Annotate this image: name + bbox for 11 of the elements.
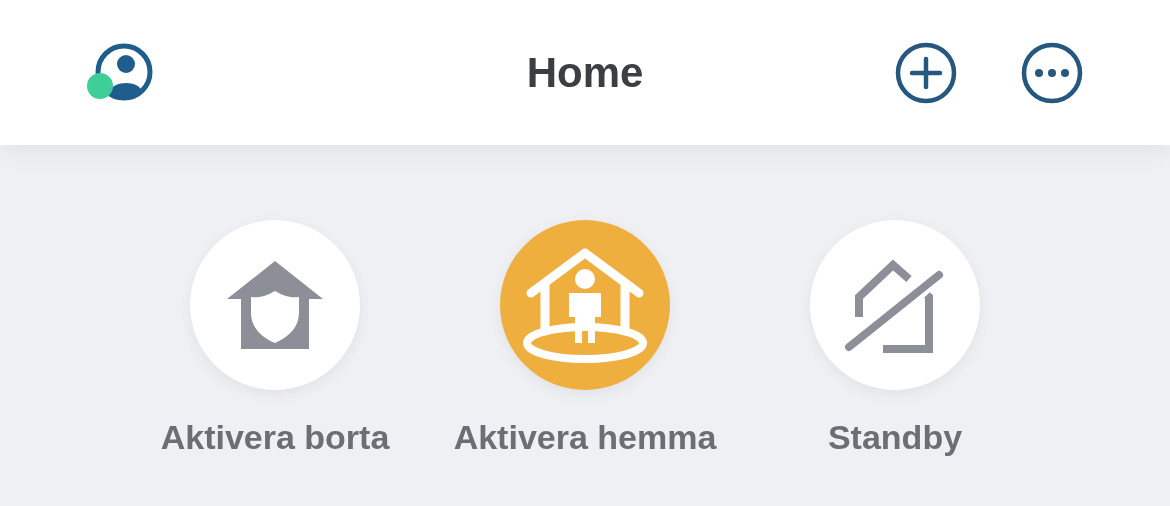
mode-button[interactable]: Aktivera hemma (430, 220, 740, 457)
page-title: Home (526, 48, 644, 97)
more-button[interactable] (1020, 40, 1084, 105)
add-button[interactable] (894, 40, 958, 105)
mode-button[interactable]: Aktivera borta (120, 220, 430, 457)
mode-button[interactable]: Standby (740, 220, 1050, 457)
plus-icon (894, 40, 958, 105)
mode-label: Aktivera hemma (453, 418, 717, 457)
more-icon (1020, 40, 1084, 105)
mode-label: Standby (827, 418, 963, 457)
mode-label: Aktivera borta (160, 418, 390, 457)
